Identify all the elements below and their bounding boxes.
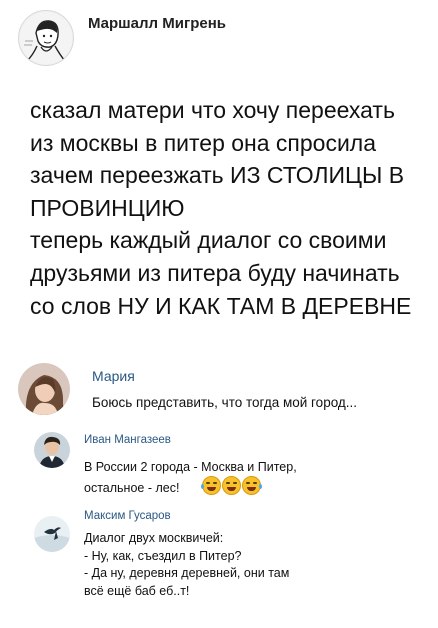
- comment: Иван Мангазеев В России 2 города - Москв…: [0, 426, 438, 504]
- post-text-line: друзьями из питера буду начинать: [30, 259, 400, 286]
- author-sketch-icon: [20, 12, 72, 64]
- post-text-line: из москвы в питер она спросила: [30, 129, 377, 156]
- comment: Максим Гусаров Диалог двух москвичей: - …: [0, 510, 438, 620]
- bird-photo-avatar-icon: [34, 516, 70, 552]
- comment-text-line: остальное - лес!: [84, 476, 297, 497]
- author-name[interactable]: Маршалл Мигрень: [88, 15, 226, 32]
- comment-text-part: остальное - лес!: [84, 481, 180, 495]
- comment-text: Диалог двух москвичей: - Ну, как, съезди…: [84, 530, 289, 600]
- man-photo-avatar-icon: [34, 432, 70, 468]
- post-text-line: зачем переезжать ИЗ СТОЛИЦЫ В: [30, 162, 405, 189]
- comment-avatar[interactable]: [34, 432, 70, 468]
- post-text-line: сказал матери что хочу переехать: [30, 97, 395, 123]
- laughing-crying-emoji-icon: [242, 476, 263, 495]
- comment-text-line: - Да ну, деревня деревней, они там: [84, 566, 290, 581]
- comment: Мария Боюсь представить, что тогда мой г…: [0, 360, 438, 420]
- comment-author-name[interactable]: Иван Мангазеев: [84, 434, 171, 446]
- post-header: [18, 10, 74, 66]
- comment-text-line: Диалог двух москвичей:: [84, 531, 224, 545]
- comment-text: Боюсь представить, что тогда мой город..…: [92, 394, 357, 412]
- post-text-line: ПРОВИНЦИЮ: [30, 194, 185, 221]
- laughing-crying-emoji-icon: [201, 476, 222, 495]
- post-text-line: теперь каждый диалог со своими: [30, 227, 387, 254]
- comment-avatar[interactable]: [18, 363, 70, 415]
- woman-photo-avatar-icon: [18, 363, 70, 415]
- comment-text-line: В России 2 города - Москва и Питер,: [84, 460, 297, 474]
- comment-avatar[interactable]: [34, 516, 70, 552]
- comment-text-line: - Ну, как, съездил в Питер?: [84, 548, 242, 563]
- comment-text: В России 2 города - Москва и Питер, оста…: [84, 458, 297, 497]
- comment-text-line: всё ещё баб еб..т!: [84, 583, 190, 598]
- comment-author-name[interactable]: Максим Гусаров: [84, 510, 171, 522]
- post-text: сказал матери что хочу переехать из моск…: [30, 94, 430, 322]
- laughing-crying-emoji-icon: [222, 476, 242, 495]
- comment-text-line: Боюсь представить, что тогда мой город..…: [92, 395, 358, 410]
- post-text-line: со слов НУ И КАК ТАМ В ДЕРЕВНЕ: [30, 292, 412, 319]
- comment-author-name[interactable]: Мария: [92, 368, 135, 384]
- author-avatar[interactable]: [18, 10, 74, 66]
